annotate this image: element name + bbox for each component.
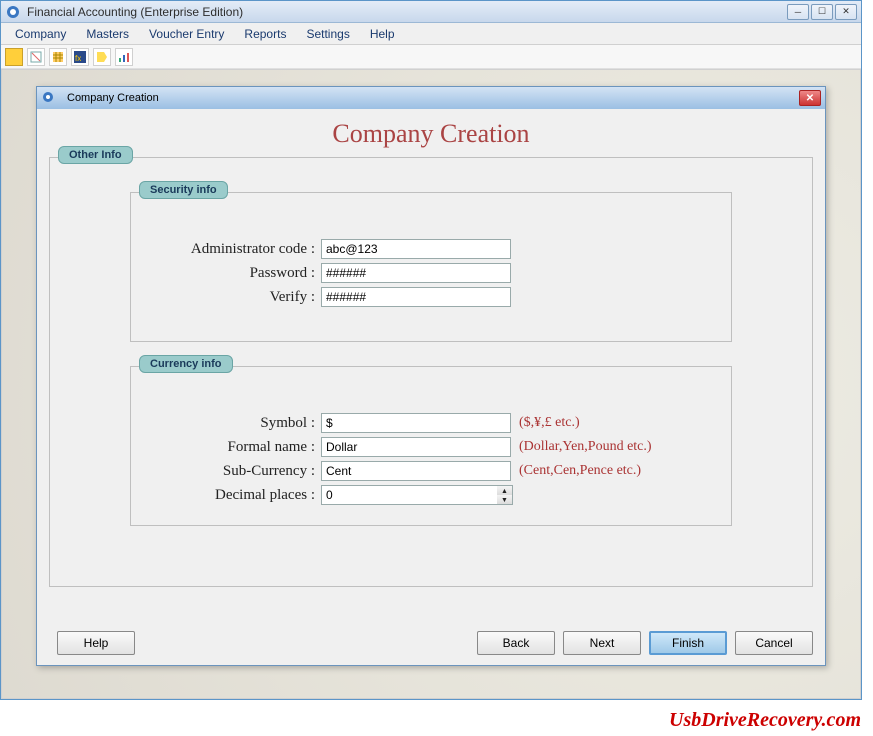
app-icon [5, 4, 21, 20]
close-button[interactable]: ✕ [835, 4, 857, 20]
main-window: Financial Accounting (Enterprise Edition… [0, 0, 862, 700]
menu-help[interactable]: Help [362, 25, 403, 43]
folder-open-icon[interactable] [5, 48, 23, 66]
tag-icon[interactable] [93, 48, 111, 66]
svg-text:fx: fx [75, 54, 81, 63]
menu-masters[interactable]: Masters [78, 25, 137, 43]
dialog-footer: Help Back Next Finish Cancel [49, 631, 813, 655]
currency-info-fieldset: Currency info Symbol : ($,¥,£ etc.) Form… [130, 366, 732, 526]
company-creation-dialog: Company Creation ✕ Company Creation Othe… [36, 86, 826, 666]
menu-reports[interactable]: Reports [236, 25, 294, 43]
other-info-legend: Other Info [58, 146, 133, 164]
dialog-heading: Company Creation [49, 113, 813, 151]
security-info-legend: Security info [139, 181, 228, 199]
back-button[interactable]: Back [477, 631, 555, 655]
symbol-label: Symbol : [151, 415, 321, 432]
edit-icon[interactable] [27, 48, 45, 66]
sub-currency-hint: (Cent,Cen,Pence etc.) [519, 463, 641, 479]
mdi-area: Company Creation ✕ Company Creation Othe… [1, 69, 861, 699]
watermark: UsbDriveRecovery.com [669, 709, 861, 732]
maximize-button[interactable]: ☐ [811, 4, 833, 20]
help-button[interactable]: Help [57, 631, 135, 655]
finish-button[interactable]: Finish [649, 631, 727, 655]
symbol-input[interactable] [321, 413, 511, 433]
dialog-icon [41, 90, 57, 106]
table-icon[interactable] [49, 48, 67, 66]
formal-name-hint: (Dollar,Yen,Pound etc.) [519, 439, 652, 455]
symbol-hint: ($,¥,£ etc.) [519, 415, 580, 431]
fx-icon[interactable]: fx [71, 48, 89, 66]
security-info-fieldset: Security info Administrator code : Passw… [130, 192, 732, 342]
password-input[interactable] [321, 263, 511, 283]
toolbar: fx [1, 45, 861, 69]
menu-settings[interactable]: Settings [298, 25, 357, 43]
menubar: Company Masters Voucher Entry Reports Se… [1, 23, 861, 45]
cancel-button[interactable]: Cancel [735, 631, 813, 655]
verify-label: Verify : [151, 289, 321, 306]
minimize-button[interactable]: ─ [787, 4, 809, 20]
titlebar: Financial Accounting (Enterprise Edition… [1, 1, 861, 23]
decimal-places-input[interactable] [321, 485, 497, 505]
dialog-close-button[interactable]: ✕ [799, 90, 821, 106]
chart-icon[interactable] [115, 48, 133, 66]
decimal-places-label: Decimal places : [151, 487, 321, 504]
dialog-body: Company Creation Other Info Security inf… [37, 109, 825, 587]
decimal-places-down[interactable]: ▼ [497, 495, 512, 504]
dialog-titlebar: Company Creation ✕ [37, 87, 825, 109]
admin-code-label: Administrator code : [151, 241, 321, 258]
currency-info-legend: Currency info [139, 355, 233, 373]
other-info-fieldset: Other Info Security info Administrator c… [49, 157, 813, 587]
decimal-places-up[interactable]: ▲ [497, 486, 512, 495]
menu-voucher-entry[interactable]: Voucher Entry [141, 25, 232, 43]
window-title: Financial Accounting (Enterprise Edition… [27, 5, 787, 19]
sub-currency-input[interactable] [321, 461, 511, 481]
menu-company[interactable]: Company [7, 25, 74, 43]
verify-input[interactable] [321, 287, 511, 307]
admin-code-input[interactable] [321, 239, 511, 259]
dialog-title: Company Creation [67, 92, 799, 104]
formal-name-input[interactable] [321, 437, 511, 457]
next-button[interactable]: Next [563, 631, 641, 655]
password-label: Password : [151, 265, 321, 282]
formal-name-label: Formal name : [151, 439, 321, 456]
sub-currency-label: Sub-Currency : [151, 463, 321, 480]
